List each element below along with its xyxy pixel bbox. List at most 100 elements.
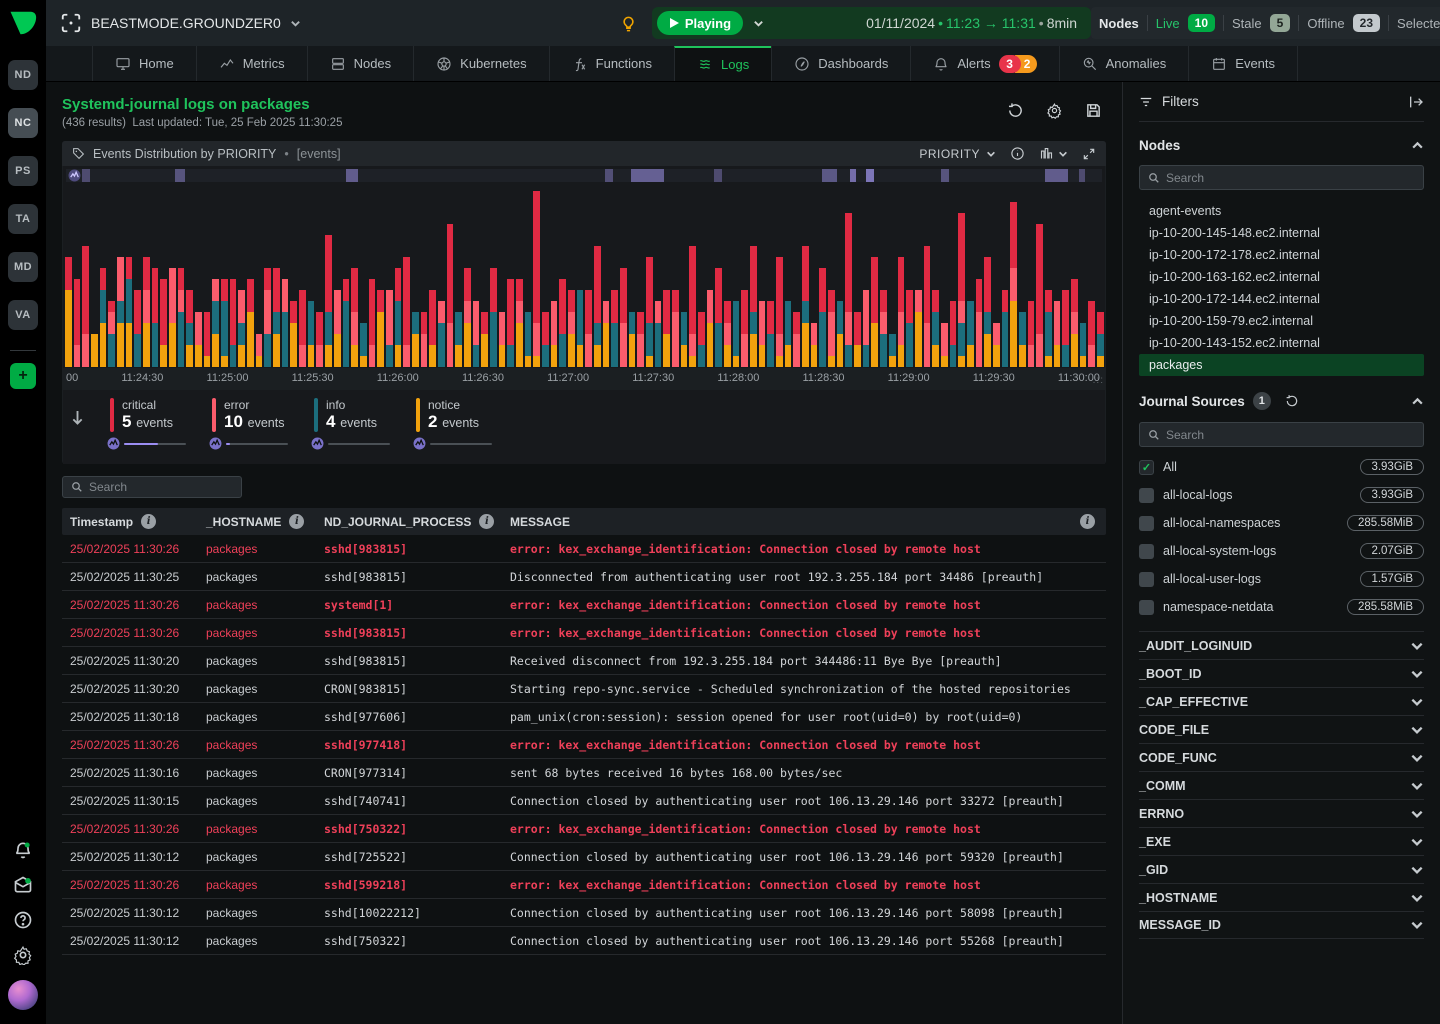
group-by-dropdown[interactable]: PRIORITY bbox=[919, 147, 996, 161]
chart-info-icon[interactable] bbox=[1010, 146, 1025, 161]
tab-kubernetes[interactable]: Kubernetes bbox=[413, 46, 550, 81]
log-row[interactable]: 25/02/2025 11:30:26packagessshd[977418]e… bbox=[62, 731, 1106, 759]
nodes-search-input[interactable] bbox=[1166, 171, 1415, 185]
stacked-bar[interactable] bbox=[646, 257, 653, 367]
stacked-bars[interactable] bbox=[65, 188, 1103, 367]
stacked-bar[interactable] bbox=[1071, 279, 1078, 367]
stacked-bar[interactable] bbox=[655, 301, 662, 367]
stacked-bar[interactable] bbox=[126, 257, 133, 367]
stacked-bar[interactable] bbox=[845, 213, 852, 367]
save-icon[interactable] bbox=[1085, 102, 1102, 119]
stacked-bar[interactable] bbox=[325, 235, 332, 367]
stacked-bar[interactable] bbox=[689, 246, 696, 367]
stacked-bar[interactable] bbox=[976, 279, 983, 367]
journal-sources-collapse-chevron-icon[interactable] bbox=[1411, 395, 1424, 408]
stacked-bar[interactable] bbox=[889, 334, 896, 367]
checkbox-icon[interactable] bbox=[1139, 516, 1154, 531]
stacked-bar[interactable] bbox=[906, 290, 913, 367]
stacked-bar[interactable] bbox=[160, 279, 167, 367]
time-controls[interactable]: Playing 01/11/2024•11:23 → 11:31•8min bbox=[652, 7, 1091, 39]
stacked-bar[interactable] bbox=[299, 290, 306, 367]
stacked-bar[interactable] bbox=[343, 279, 350, 367]
tab-logs[interactable]: Logs bbox=[674, 46, 772, 81]
stacked-bar[interactable] bbox=[316, 312, 323, 367]
stacked-bar[interactable] bbox=[715, 268, 722, 367]
journal-source-all-local-system-logs[interactable]: all-local-system-logs2.07GiB bbox=[1139, 537, 1424, 565]
stacked-bar[interactable] bbox=[134, 290, 141, 367]
field-filter-_boot_id[interactable]: _BOOT_ID bbox=[1139, 659, 1424, 687]
stacked-bar[interactable] bbox=[533, 191, 540, 367]
stacked-bar[interactable] bbox=[1080, 323, 1087, 367]
space-button-nc[interactable]: NC bbox=[8, 108, 38, 138]
field-filter-_audit_loginuid[interactable]: _AUDIT_LOGINUID bbox=[1139, 631, 1424, 659]
stacked-bar[interactable] bbox=[967, 301, 974, 367]
stacked-bar[interactable] bbox=[932, 290, 939, 367]
field-filter-code_file[interactable]: CODE_FILE bbox=[1139, 715, 1424, 743]
stacked-bar[interactable] bbox=[837, 301, 844, 367]
tab-home[interactable]: Home bbox=[92, 46, 197, 81]
log-row[interactable]: 25/02/2025 11:30:12packagessshd[725522]C… bbox=[62, 843, 1106, 871]
stacked-bar[interactable] bbox=[395, 268, 402, 367]
nodes-section-header[interactable]: Nodes bbox=[1139, 138, 1424, 153]
stacked-bar[interactable] bbox=[793, 312, 800, 367]
collapse-sidebar-icon[interactable] bbox=[1408, 95, 1424, 109]
playing-chevron-icon[interactable] bbox=[753, 18, 764, 29]
node-item-ip-10-200-172-178.ec2.internal[interactable]: ip-10-200-172-178.ec2.internal bbox=[1139, 244, 1424, 266]
chart-type-selector[interactable] bbox=[1039, 146, 1068, 161]
log-row[interactable]: 25/02/2025 11:30:15packagessshd[740741]C… bbox=[62, 787, 1106, 815]
stacked-bar[interactable] bbox=[1010, 202, 1017, 367]
space-button-nd[interactable]: ND bbox=[8, 60, 38, 90]
stacked-bar[interactable] bbox=[525, 312, 532, 367]
stacked-bar[interactable] bbox=[386, 290, 393, 367]
offline-count-badge[interactable]: 23 bbox=[1353, 14, 1380, 32]
stale-count-badge[interactable]: 5 bbox=[1270, 14, 1291, 32]
stacked-bar[interactable] bbox=[637, 312, 644, 367]
field-filter-errno[interactable]: ERRNO bbox=[1139, 799, 1424, 827]
stacked-bar[interactable] bbox=[421, 312, 428, 367]
log-row[interactable]: 25/02/2025 11:30:12packagessshd[10022212… bbox=[62, 899, 1106, 927]
log-row[interactable]: 25/02/2025 11:30:26packagessshd[983815]e… bbox=[62, 535, 1106, 563]
log-row[interactable]: 25/02/2025 11:30:26packagessystemd[1]err… bbox=[62, 591, 1106, 619]
node-item-agent-events[interactable]: agent-events bbox=[1139, 200, 1424, 222]
checkbox-icon[interactable] bbox=[1139, 544, 1154, 559]
critical-alerts-badge[interactable]: 3 bbox=[999, 55, 1021, 73]
stacked-bar[interactable] bbox=[74, 279, 81, 367]
stacked-bar[interactable] bbox=[698, 312, 705, 367]
stacked-bar[interactable] bbox=[585, 290, 592, 367]
stacked-bar[interactable] bbox=[785, 301, 792, 367]
anomaly-ribbon-icon[interactable] bbox=[68, 169, 81, 182]
tab-events[interactable]: Events bbox=[1188, 46, 1298, 81]
stacked-bar[interactable] bbox=[264, 268, 271, 367]
stacked-bar[interactable] bbox=[880, 290, 887, 367]
stacked-bar[interactable] bbox=[1062, 290, 1069, 367]
stacked-bar[interactable] bbox=[611, 290, 618, 367]
stacked-bar[interactable] bbox=[1028, 301, 1035, 367]
anomaly-ribbon[interactable] bbox=[66, 169, 1102, 182]
stacked-bar[interactable] bbox=[559, 279, 566, 367]
journal-sources-refresh-icon[interactable] bbox=[1285, 394, 1299, 408]
stacked-bar[interactable] bbox=[1045, 290, 1052, 367]
tab-alerts[interactable]: Alerts32 bbox=[910, 46, 1059, 81]
legend-anomaly-slider[interactable] bbox=[209, 437, 288, 450]
field-filter-_hostname[interactable]: _HOSTNAME bbox=[1139, 883, 1424, 911]
stacked-bar[interactable] bbox=[802, 246, 809, 367]
stacked-bar[interactable] bbox=[759, 301, 766, 367]
legend-item-error[interactable]: error10 events bbox=[212, 398, 288, 450]
legend-anomaly-slider[interactable] bbox=[413, 437, 492, 450]
checkbox-icon[interactable] bbox=[1139, 488, 1154, 503]
stacked-bar[interactable] bbox=[438, 301, 445, 367]
checkbox-icon[interactable] bbox=[1139, 600, 1154, 615]
stacked-bar[interactable] bbox=[1054, 301, 1061, 367]
stacked-bar[interactable] bbox=[516, 279, 523, 367]
insights-bulb-icon[interactable] bbox=[619, 14, 638, 33]
stacked-bar[interactable] bbox=[924, 246, 931, 367]
node-item-ip-10-200-143-152.ec2.internal[interactable]: ip-10-200-143-152.ec2.internal bbox=[1139, 332, 1424, 354]
table-info-icon[interactable]: i bbox=[1080, 514, 1095, 529]
node-item-ip-10-200-145-148.ec2.internal[interactable]: ip-10-200-145-148.ec2.internal bbox=[1139, 222, 1424, 244]
stacked-bar[interactable] bbox=[950, 301, 957, 367]
hostname-info-icon[interactable]: i bbox=[289, 514, 304, 529]
field-filter-message_id[interactable]: MESSAGE_ID bbox=[1139, 911, 1424, 939]
nodes-collapse-chevron-icon[interactable] bbox=[1411, 139, 1424, 152]
log-row[interactable]: 25/02/2025 11:30:26packagessshd[983815]e… bbox=[62, 619, 1106, 647]
stacked-bar[interactable] bbox=[733, 301, 740, 367]
